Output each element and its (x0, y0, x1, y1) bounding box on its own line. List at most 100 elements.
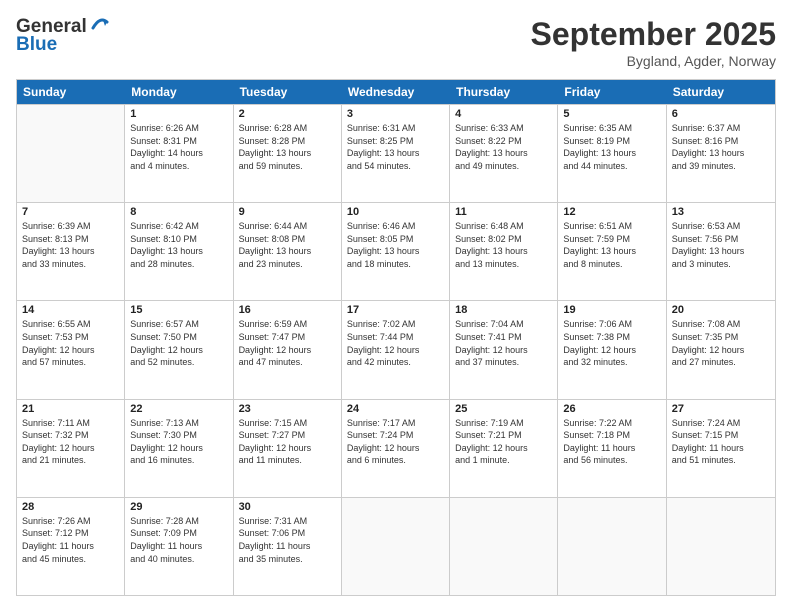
day-cell-6: 6Sunrise: 6:37 AM Sunset: 8:16 PM Daylig… (667, 105, 775, 202)
day-info: Sunrise: 7:08 AM Sunset: 7:35 PM Dayligh… (672, 318, 770, 368)
calendar-row-2: 7 Sunrise: 6:39 AM Sunset: 8:13 PM Daylig… (17, 202, 775, 300)
logo: General Blue (16, 16, 111, 56)
day-number: 4 (455, 108, 552, 120)
day-number: 27 (672, 403, 770, 415)
day-number: 1 (130, 108, 227, 120)
day-cell-10: 10Sunrise: 6:46 AM Sunset: 8:05 PM Dayli… (342, 203, 450, 300)
calendar-row-1: 1 Sunrise: 6:26 AM Sunset: 8:31 PM Daylig… (17, 104, 775, 202)
day-number: 29 (130, 501, 227, 513)
day-cell-3: 3Sunrise: 6:31 AM Sunset: 8:25 PM Daylig… (342, 105, 450, 202)
day-cell-21: 21 Sunrise: 7:11 AM Sunset: 7:32 PM Dayli… (17, 400, 125, 497)
day-info: Sunrise: 6:57 AM Sunset: 7:50 PM Dayligh… (130, 318, 227, 368)
empty-cell-r4c4 (450, 498, 558, 595)
title-block: September 2025 Bygland, Agder, Norway (531, 16, 776, 69)
logo-icon (89, 14, 111, 36)
day-cell-20: 20 Sunrise: 7:08 AM Sunset: 7:35 PM Dayli… (667, 301, 775, 398)
header: General Blue September 2025 Bygland, Agd… (16, 16, 776, 69)
day-number: 15 (130, 304, 227, 316)
day-number: 21 (22, 403, 119, 415)
day-number: 7 (22, 206, 119, 218)
day-cell-2: 2 Sunrise: 6:28 AM Sunset: 8:28 PM Daylig… (234, 105, 342, 202)
day-info: Sunrise: 6:26 AM Sunset: 8:31 PM Dayligh… (130, 122, 227, 172)
day-info: Sunrise: 6:55 AM Sunset: 7:53 PM Dayligh… (22, 318, 119, 368)
calendar-body: 1 Sunrise: 6:26 AM Sunset: 8:31 PM Daylig… (17, 104, 775, 595)
day-number: 13 (672, 206, 770, 218)
day-number: 25 (455, 403, 552, 415)
day-info: Sunrise: 7:28 AM Sunset: 7:09 PM Dayligh… (130, 515, 227, 565)
day-number: 26 (563, 403, 660, 415)
day-cell-9: 9 Sunrise: 6:44 AM Sunset: 8:08 PM Daylig… (234, 203, 342, 300)
day-number: 16 (239, 304, 336, 316)
weekday-header-thursday: Thursday (450, 80, 558, 104)
day-number: 2 (239, 108, 336, 120)
day-cell-5: 5Sunrise: 6:35 AM Sunset: 8:19 PM Daylig… (558, 105, 666, 202)
calendar-row-4: 21 Sunrise: 7:11 AM Sunset: 7:32 PM Dayli… (17, 399, 775, 497)
day-info: Sunrise: 6:48 AM Sunset: 8:02 PM Dayligh… (455, 220, 552, 270)
day-cell-13: 13 Sunrise: 6:53 AM Sunset: 7:56 PM Dayli… (667, 203, 775, 300)
empty-cell-r4c6 (667, 498, 775, 595)
day-number: 20 (672, 304, 770, 316)
weekday-header-friday: Friday (558, 80, 666, 104)
day-number: 17 (347, 304, 444, 316)
day-number: 12 (563, 206, 660, 218)
calendar-header: SundayMondayTuesdayWednesdayThursdayFrid… (17, 80, 775, 104)
day-cell-23: 23 Sunrise: 7:15 AM Sunset: 7:27 PM Dayli… (234, 400, 342, 497)
month-title: September 2025 (531, 16, 776, 53)
location: Bygland, Agder, Norway (531, 53, 776, 69)
day-info: Sunrise: 7:15 AM Sunset: 7:27 PM Dayligh… (239, 417, 336, 467)
day-info: Sunrise: 6:59 AM Sunset: 7:47 PM Dayligh… (239, 318, 336, 368)
weekday-header-saturday: Saturday (667, 80, 775, 104)
day-cell-28: 28Sunrise: 7:26 AM Sunset: 7:12 PM Dayli… (17, 498, 125, 595)
day-cell-18: 18Sunrise: 7:04 AM Sunset: 7:41 PM Dayli… (450, 301, 558, 398)
day-cell-22: 22Sunrise: 7:13 AM Sunset: 7:30 PM Dayli… (125, 400, 233, 497)
day-info: Sunrise: 6:44 AM Sunset: 8:08 PM Dayligh… (239, 220, 336, 270)
day-info: Sunrise: 7:24 AM Sunset: 7:15 PM Dayligh… (672, 417, 770, 467)
empty-cell-r4c3 (342, 498, 450, 595)
empty-cell-r0c0 (17, 105, 125, 202)
day-cell-19: 19 Sunrise: 7:06 AM Sunset: 7:38 PM Dayli… (558, 301, 666, 398)
logo-blue: Blue (16, 34, 57, 56)
day-info: Sunrise: 7:31 AM Sunset: 7:06 PM Dayligh… (239, 515, 336, 565)
day-info: Sunrise: 7:17 AM Sunset: 7:24 PM Dayligh… (347, 417, 444, 467)
day-number: 24 (347, 403, 444, 415)
weekday-header-wednesday: Wednesday (342, 80, 450, 104)
day-number: 19 (563, 304, 660, 316)
day-info: Sunrise: 7:22 AM Sunset: 7:18 PM Dayligh… (563, 417, 660, 467)
day-cell-11: 11Sunrise: 6:48 AM Sunset: 8:02 PM Dayli… (450, 203, 558, 300)
day-info: Sunrise: 6:53 AM Sunset: 7:56 PM Dayligh… (672, 220, 770, 270)
page: General Blue September 2025 Bygland, Agd… (0, 0, 792, 612)
day-cell-30: 30 Sunrise: 7:31 AM Sunset: 7:06 PM Dayli… (234, 498, 342, 595)
day-number: 18 (455, 304, 552, 316)
day-number: 14 (22, 304, 119, 316)
day-number: 5 (563, 108, 660, 120)
day-cell-16: 16 Sunrise: 6:59 AM Sunset: 7:47 PM Dayli… (234, 301, 342, 398)
day-number: 30 (239, 501, 336, 513)
day-cell-7: 7 Sunrise: 6:39 AM Sunset: 8:13 PM Daylig… (17, 203, 125, 300)
weekday-header-tuesday: Tuesday (234, 80, 342, 104)
day-info: Sunrise: 6:28 AM Sunset: 8:28 PM Dayligh… (239, 122, 336, 172)
day-info: Sunrise: 6:31 AM Sunset: 8:25 PM Dayligh… (347, 122, 444, 172)
day-info: Sunrise: 7:06 AM Sunset: 7:38 PM Dayligh… (563, 318, 660, 368)
day-cell-14: 14 Sunrise: 6:55 AM Sunset: 7:53 PM Dayli… (17, 301, 125, 398)
day-number: 9 (239, 206, 336, 218)
day-cell-4: 4 Sunrise: 6:33 AM Sunset: 8:22 PM Daylig… (450, 105, 558, 202)
day-number: 23 (239, 403, 336, 415)
day-number: 8 (130, 206, 227, 218)
weekday-header-monday: Monday (125, 80, 233, 104)
day-info: Sunrise: 7:13 AM Sunset: 7:30 PM Dayligh… (130, 417, 227, 467)
day-info: Sunrise: 6:51 AM Sunset: 7:59 PM Dayligh… (563, 220, 660, 270)
calendar-row-5: 28Sunrise: 7:26 AM Sunset: 7:12 PM Dayli… (17, 497, 775, 595)
calendar-row-3: 14 Sunrise: 6:55 AM Sunset: 7:53 PM Dayli… (17, 300, 775, 398)
day-info: Sunrise: 6:33 AM Sunset: 8:22 PM Dayligh… (455, 122, 552, 172)
day-info: Sunrise: 7:11 AM Sunset: 7:32 PM Dayligh… (22, 417, 119, 467)
day-number: 10 (347, 206, 444, 218)
day-info: Sunrise: 7:19 AM Sunset: 7:21 PM Dayligh… (455, 417, 552, 467)
empty-cell-r4c5 (558, 498, 666, 595)
weekday-header-sunday: Sunday (17, 80, 125, 104)
day-cell-29: 29 Sunrise: 7:28 AM Sunset: 7:09 PM Dayli… (125, 498, 233, 595)
day-cell-27: 27 Sunrise: 7:24 AM Sunset: 7:15 PM Dayli… (667, 400, 775, 497)
day-cell-26: 26 Sunrise: 7:22 AM Sunset: 7:18 PM Dayli… (558, 400, 666, 497)
calendar: SundayMondayTuesdayWednesdayThursdayFrid… (16, 79, 776, 596)
day-info: Sunrise: 6:37 AM Sunset: 8:16 PM Dayligh… (672, 122, 770, 172)
day-info: Sunrise: 6:39 AM Sunset: 8:13 PM Dayligh… (22, 220, 119, 270)
